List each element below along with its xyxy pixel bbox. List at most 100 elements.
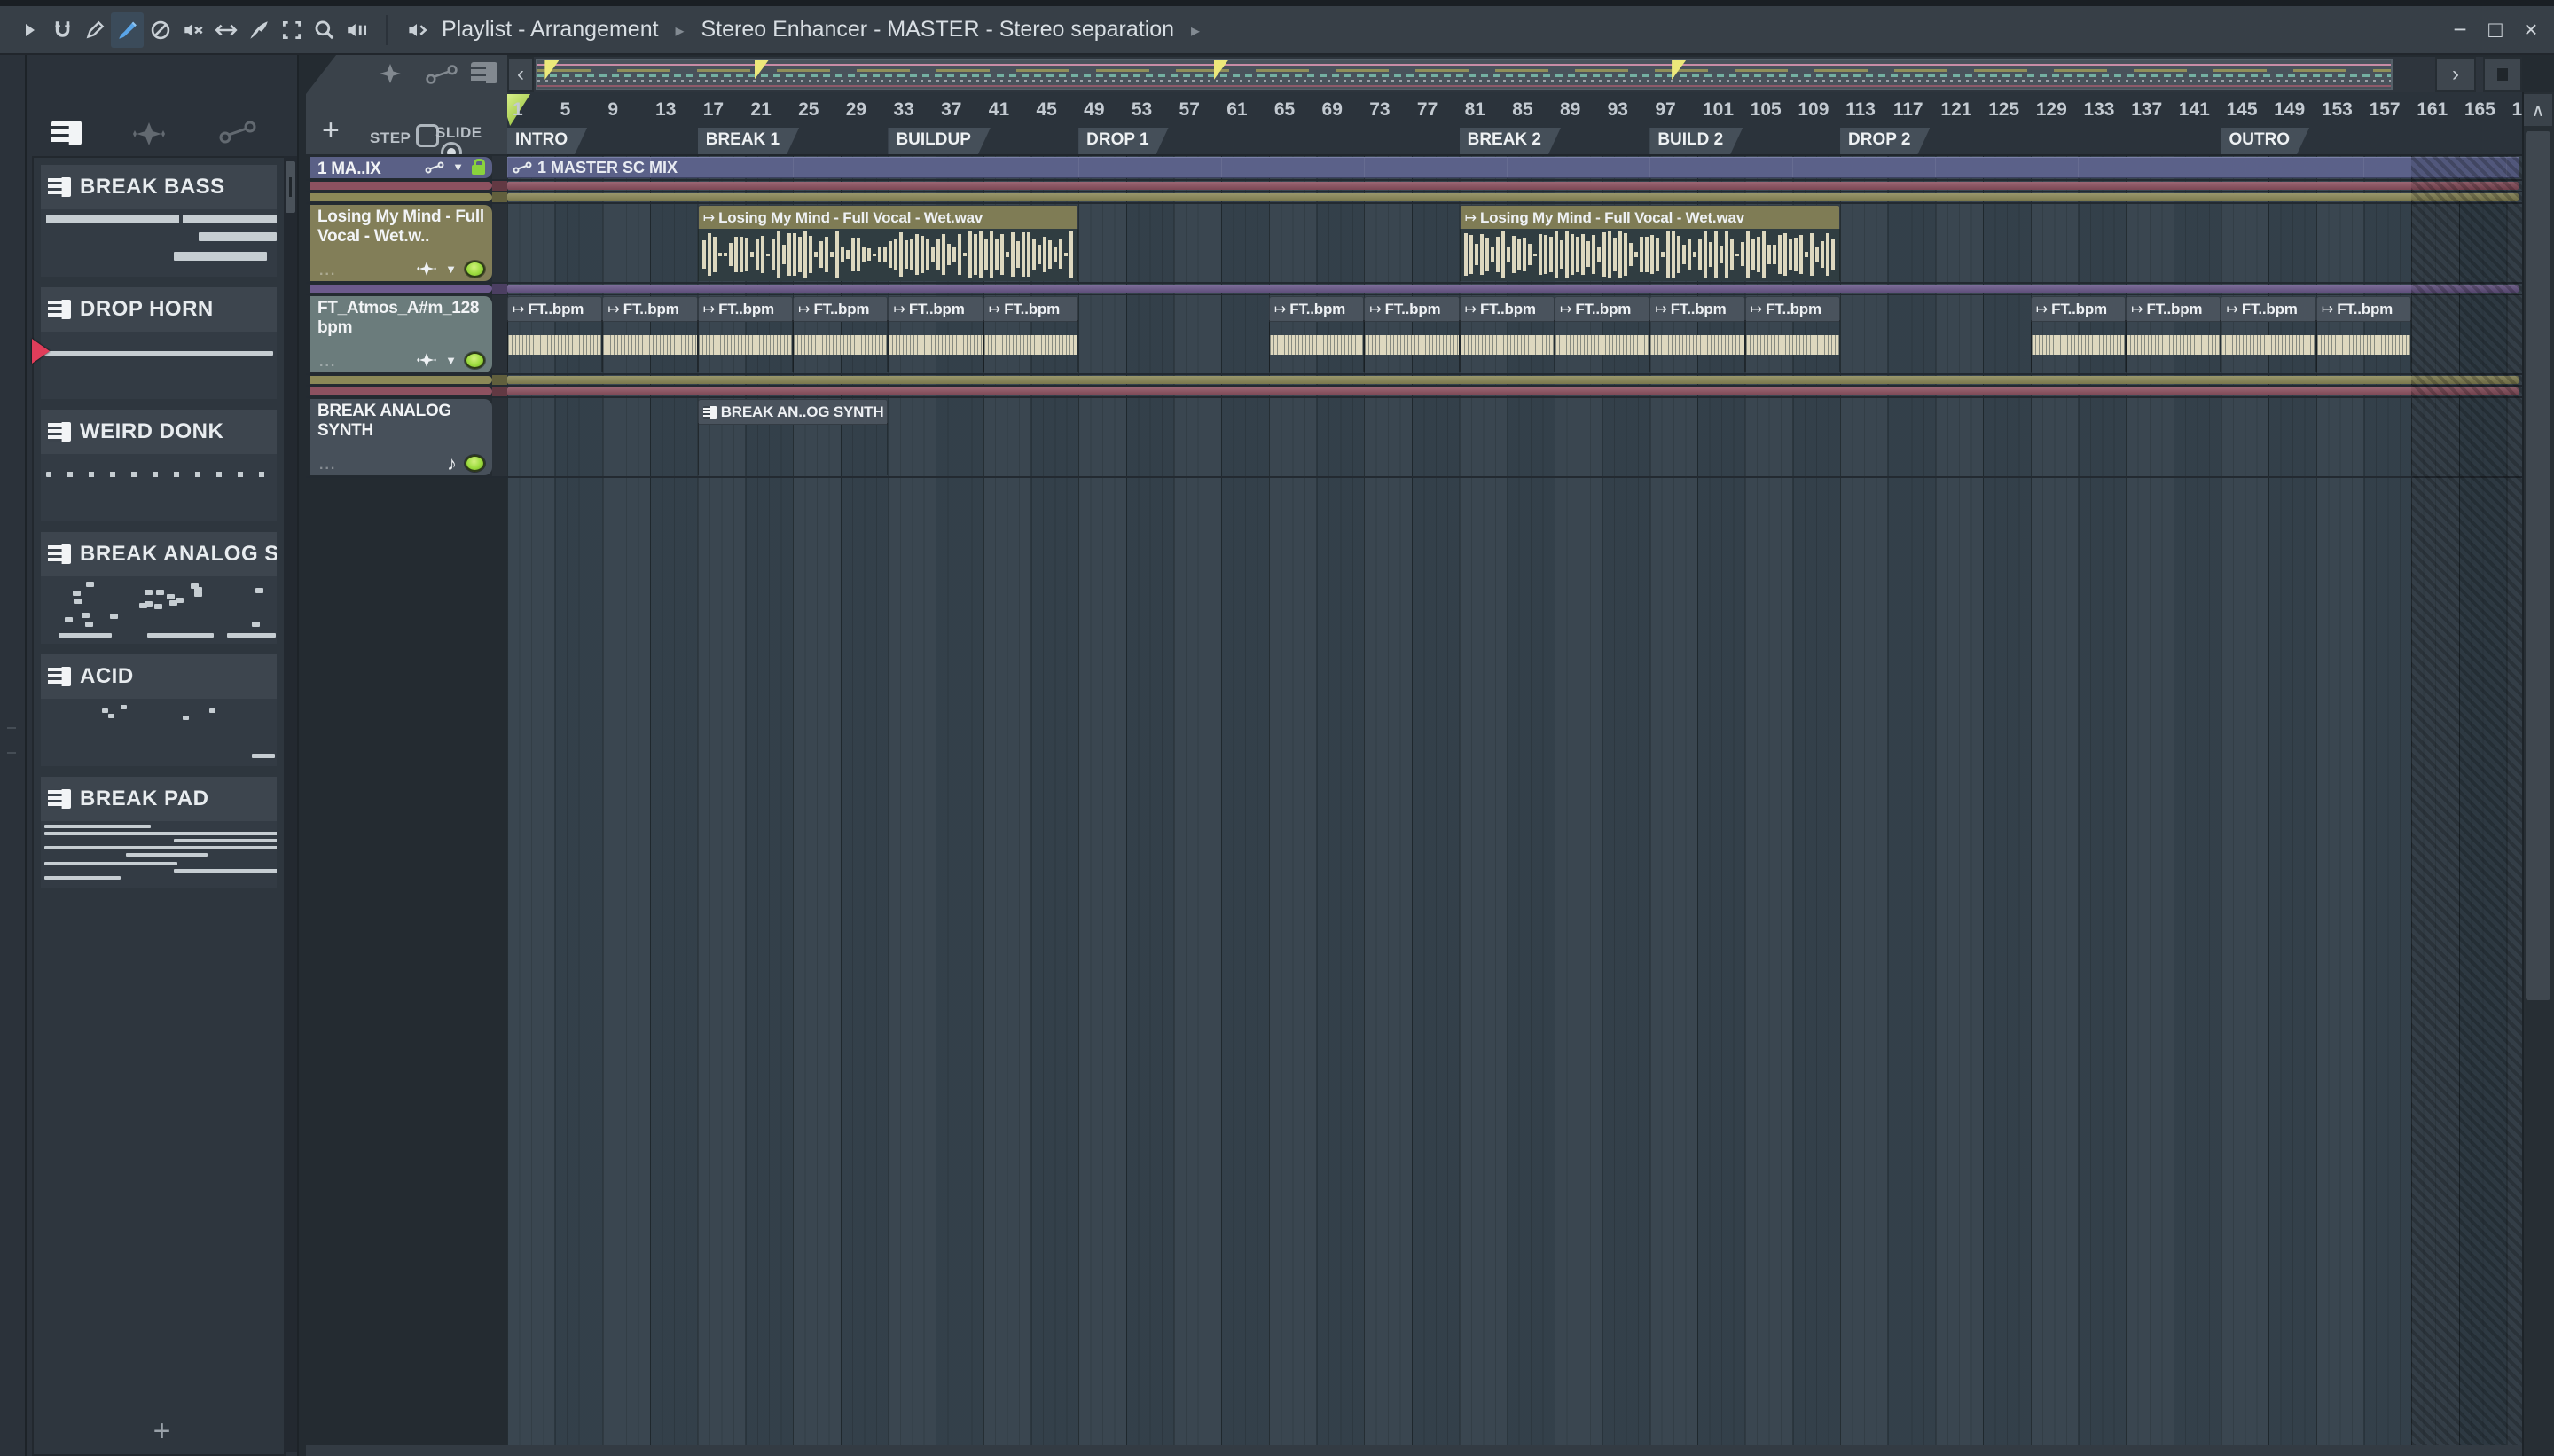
clip-header[interactable]: ↦ Losing My Mind - Full Vocal - Wet.wav	[1459, 205, 1841, 231]
clip-header[interactable]: ↦ FT..bpm	[602, 296, 698, 322]
scroll-right-button[interactable]: ›	[2435, 57, 2476, 92]
pattern-item[interactable]: BREAK PAD	[41, 777, 277, 892]
bottom-scrollbar[interactable]	[306, 1445, 2522, 1456]
slice-tool-icon[interactable]	[242, 12, 275, 48]
clip-FT..bpm[interactable]: ↦ FT..bpm	[983, 296, 1079, 372]
maximize-button[interactable]: □	[2478, 12, 2513, 48]
clip-FT..bpm[interactable]: ↦ FT..bpm	[602, 296, 698, 372]
clip-FT..bpm[interactable]: ↦ FT..bpm	[2315, 296, 2412, 372]
clip-header[interactable]: ↦ FT..bpm	[2030, 296, 2127, 322]
clip-header[interactable]: ↦ FT..bpm	[1364, 296, 1460, 322]
track-header-track-atmos[interactable]: FT_Atmos_A#m_128bpm... ▼	[310, 296, 492, 372]
clip-FT..bpm[interactable]: ↦ FT..bpm	[1364, 296, 1460, 372]
automation-strip[interactable]	[507, 182, 2519, 190]
breadcrumb-section[interactable]: Playlist - Arrangement	[442, 17, 659, 42]
track-options-dots[interactable]: ...	[319, 263, 336, 279]
scrollbar-thumb-overview[interactable]	[536, 59, 2393, 90]
strip-header-strip-olive-b[interactable]	[310, 376, 492, 384]
picker-audio-tab[interactable]	[131, 121, 167, 147]
strip-header-strip-olive-a[interactable]	[310, 193, 492, 201]
timeline-marker-drop-2[interactable]: DROP 2	[1840, 128, 1930, 154]
timeline-marker-drop-1[interactable]: DROP 1	[1078, 128, 1168, 154]
clip-header[interactable]: ↦ FT..bpm	[1268, 296, 1365, 322]
playback-tool-icon[interactable]	[341, 12, 373, 48]
row-lane[interactable]: ↦ FT..bpm ↦ FT..bpm ↦ FT..bpm ↦ FT..bpm ↦ FT..bpm…	[507, 295, 2522, 373]
clip-FT..bpm[interactable]: ↦ FT..bpm	[793, 296, 889, 372]
track-options-dots[interactable]: ...	[319, 458, 336, 474]
row-lane[interactable]	[507, 387, 2522, 396]
pattern-item[interactable]: BREAK BASS	[41, 165, 277, 280]
clip-FT..bpm[interactable]: ↦ FT..bpm	[2221, 296, 2316, 372]
chevron-down-icon[interactable]: ▼	[452, 160, 464, 174]
clip-header[interactable]: ↦ FT..bpm	[983, 296, 1079, 322]
scroll-left-button[interactable]: ‹	[507, 57, 534, 92]
clip-header[interactable]: ↦ FT..bpm	[1554, 296, 1650, 322]
timeline-marker-outro[interactable]: OUTRO	[2221, 128, 2309, 154]
zoom-tool-icon[interactable]	[308, 12, 341, 48]
timeline-marker-intro[interactable]: INTRO	[507, 128, 587, 154]
track-header-track-vocal[interactable]: Losing My Mind - Full Vocal - Wet.w.....…	[310, 205, 492, 281]
row-lane[interactable]: BREAK AN..OG SYNTH	[507, 398, 2522, 476]
clip-FT..bpm[interactable]: ↦ FT..bpm	[2126, 296, 2221, 372]
clip-header[interactable]: BREAK AN..OG SYNTH	[697, 399, 889, 425]
clip-header[interactable]: ↦ FT..bpm	[1459, 296, 1555, 322]
panel-resize-grip[interactable]	[7, 727, 16, 754]
breadcrumb-plugin[interactable]: Stereo Enhancer - MASTER - Stereo separa…	[701, 17, 1175, 42]
clip-header[interactable]: ↦ FT..bpm	[1744, 296, 1841, 322]
automation-strip[interactable]	[507, 387, 2519, 395]
timeline-marker-break-2[interactable]: BREAK 2	[1460, 128, 1561, 154]
clip-FT..bpm[interactable]: ↦ FT..bpm	[1744, 296, 1841, 372]
track-header-track-master[interactable]: 1 MA..IX ▼	[310, 157, 492, 178]
pattern-item[interactable]: ACID	[41, 654, 277, 770]
clip-BREAK AN..OG SYNTH[interactable]: BREAK AN..OG SYNTH	[697, 399, 889, 475]
clip-header[interactable]: ↦ FT..bpm	[2221, 296, 2316, 322]
scrollbar-options-button[interactable]	[2483, 57, 2522, 92]
audio-tracks-icon[interactable]	[375, 62, 405, 90]
draw-tool-icon[interactable]	[78, 12, 111, 48]
row-lane[interactable]	[507, 181, 2522, 191]
master-automation-clip[interactable]: 1 MASTER SC MIX	[507, 157, 2519, 178]
clip-FT..bpm[interactable]: ↦ FT..bpm	[697, 296, 794, 372]
row-lane[interactable]: ↦ Losing My Mind - Full Vocal - Wet.wav ↦ L…	[507, 204, 2522, 282]
scroll-up-button[interactable]: ∧	[2524, 94, 2552, 126]
slip-tool-icon[interactable]	[209, 12, 242, 48]
clip-FT..bpm[interactable]: ↦ FT..bpm	[1459, 296, 1555, 372]
chevron-down-icon[interactable]: ▼	[445, 354, 457, 367]
pattern-list-scrollbar-thumb[interactable]	[286, 161, 295, 213]
clip-FT..bpm[interactable]: ↦ FT..bpm	[1554, 296, 1650, 372]
picker-patterns-tab[interactable]	[51, 121, 82, 145]
play-cursor-icon[interactable]	[12, 12, 45, 48]
clip-FT..bpm[interactable]: ↦ FT..bpm	[888, 296, 983, 372]
strip-header-strip-purple-a[interactable]	[310, 285, 492, 293]
playlist-horizontal-scrollbar[interactable]: ‹ ›	[507, 57, 2522, 92]
track-header-track-analog-synth[interactable]: BREAK ANALOG SYNTH... ♪	[310, 399, 492, 475]
clip-FT..bpm[interactable]: ↦ FT..bpm	[507, 296, 603, 372]
minimize-button[interactable]: −	[2442, 12, 2478, 48]
timeline-marker-break-1[interactable]: BREAK 1	[698, 128, 799, 154]
paint-tool-icon[interactable]	[111, 12, 144, 48]
delete-tool-icon[interactable]	[144, 12, 176, 48]
mute-tool-icon[interactable]	[176, 12, 209, 48]
close-button[interactable]: ×	[2513, 12, 2549, 48]
select-tool-icon[interactable]	[275, 12, 308, 48]
picker-automation-tab[interactable]	[218, 121, 257, 144]
picker-add-button[interactable]: +	[27, 1414, 297, 1449]
chevron-down-icon[interactable]: ▼	[445, 262, 457, 276]
clip-header[interactable]: ↦ FT..bpm	[793, 296, 889, 322]
pattern-list-scrollbar[interactable]	[284, 156, 297, 1452]
automation-strip[interactable]	[507, 193, 2519, 201]
timeline-marker-buildup[interactable]: BUILDUP	[888, 128, 990, 154]
automation-strip[interactable]	[507, 376, 2519, 384]
clip-Losing My Mind - Full Vocal - Wet.wav[interactable]: ↦ Losing My Mind - Full Vocal - Wet.wav	[697, 205, 1079, 281]
mute-led[interactable]	[465, 260, 485, 278]
lock-icon[interactable]	[472, 159, 485, 175]
pattern-item[interactable]: DROP HORN	[32, 287, 277, 403]
pattern-item[interactable]: BREAK ANALOG SYNTH	[41, 532, 277, 647]
clip-header[interactable]: ↦ FT..bpm	[507, 296, 603, 322]
clip-header[interactable]: ↦ Losing My Mind - Full Vocal - Wet.wav	[697, 205, 1079, 231]
automation-tracks-icon[interactable]	[425, 64, 458, 90]
clip-header[interactable]: ↦ FT..bpm	[2315, 296, 2412, 322]
clip-Losing My Mind - Full Vocal - Wet.wav[interactable]: ↦ Losing My Mind - Full Vocal - Wet.wav	[1459, 205, 1841, 281]
mute-led[interactable]	[465, 455, 485, 472]
clip-header[interactable]: ↦ FT..bpm	[2126, 296, 2221, 322]
